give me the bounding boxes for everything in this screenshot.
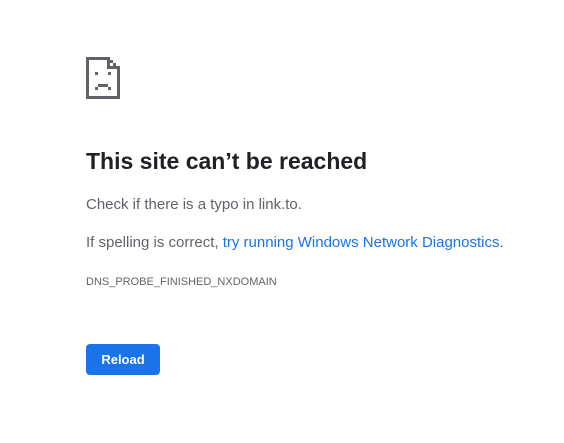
page-title: This site can’t be reached bbox=[86, 148, 368, 174]
reload-button[interactable]: Reload bbox=[86, 344, 160, 375]
diagnostics-hint-prefix: If spelling is correct, bbox=[86, 234, 223, 251]
sad-page-icon bbox=[86, 57, 120, 99]
diagnostics-hint-suffix: . bbox=[499, 234, 504, 251]
typo-hint-text: Check if there is a typo in link.to. bbox=[86, 196, 302, 213]
error-page: This site can’t be reached Check if ther… bbox=[0, 0, 564, 443]
error-code: DNS_PROBE_FINISHED_NXDOMAIN bbox=[86, 276, 277, 288]
network-diagnostics-link[interactable]: try running Windows Network Diagnostics bbox=[223, 234, 500, 251]
diagnostics-hint-text: If spelling is correct, try running Wind… bbox=[86, 233, 504, 253]
